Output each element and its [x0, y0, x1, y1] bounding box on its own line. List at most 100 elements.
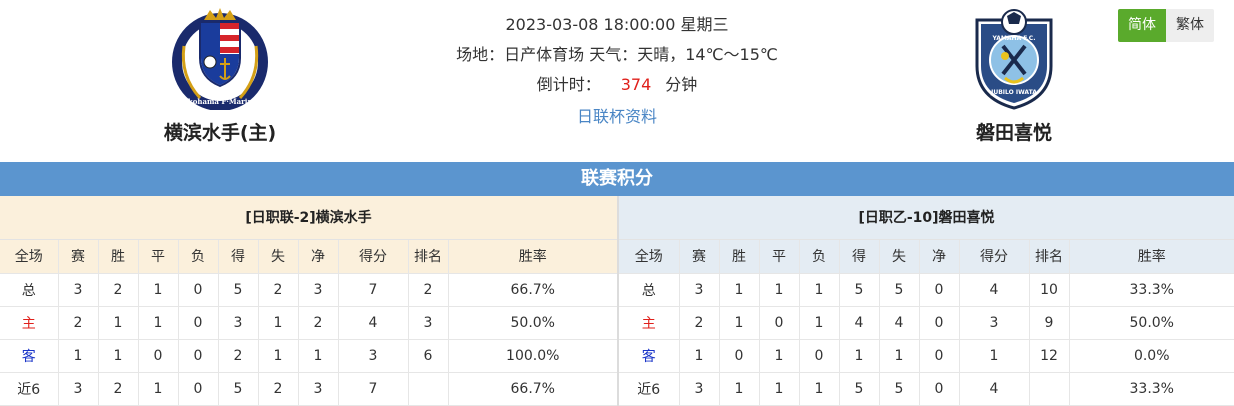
away-table-cell: 4: [839, 306, 880, 340]
away-table-cell: 12: [1029, 339, 1070, 373]
home-standings-title: [日职联-2]横滨水手: [0, 196, 617, 240]
home-table-cell: 2: [408, 273, 449, 307]
away-standings-table: 全场赛胜平负得失净得分 排名 胜率 总 3 1 1 1 5 5 0 4 10 33.3% 主 2 1 0 1 4 4 0…: [619, 240, 1234, 406]
simplified-chinese-button[interactable]: 简体: [1118, 9, 1166, 42]
away-col-header: 全场: [619, 240, 680, 274]
league-standings-title: 联赛积分: [0, 162, 1234, 196]
home-table-cell: 3: [298, 372, 339, 406]
home-col-header: 胜率: [448, 240, 617, 274]
away-table-cell: 1: [839, 339, 880, 373]
countdown-unit: 分钟: [665, 75, 698, 94]
away-table-cell: 0: [759, 306, 800, 340]
home-col-header: 得分: [338, 240, 409, 274]
home-table-cell: 0: [178, 372, 219, 406]
away-col-header: 净: [919, 240, 960, 274]
home-col-header: 赛: [58, 240, 99, 274]
away-team-name[interactable]: 磐田喜悦: [914, 118, 1114, 145]
home-col-header: 胜: [98, 240, 139, 274]
home-table-cell: 2: [258, 372, 299, 406]
away-standings-title: [日职乙-10]磐田喜悦: [619, 196, 1234, 240]
home-table-cell: 0: [178, 273, 219, 307]
home-col-header: 平: [138, 240, 179, 274]
match-countdown: 倒计时： 374 分钟: [367, 70, 867, 100]
away-table-cell: 3: [959, 306, 1030, 340]
away-col-header: 平: [759, 240, 800, 274]
away-table-cell: 50.0%: [1069, 306, 1234, 340]
home-table-cell: 1: [58, 339, 99, 373]
home-table-row: 主 2 1 1 0 3 1 2 4 3 50.0%: [0, 306, 617, 340]
match-info: 2023-03-08 18:00:00 星期三 场地：日产体育场 天气：天晴，1…: [367, 0, 867, 132]
home-table-cell: 2: [98, 372, 139, 406]
away-table-cell: 1: [759, 273, 800, 307]
away-header-row: 全场赛胜平负得失净得分 排名 胜率: [619, 240, 1234, 274]
home-table-cell: [408, 372, 449, 406]
home-table-cell: 1: [98, 306, 139, 340]
home-table-cell: 7: [338, 273, 409, 307]
away-table-cell: 3: [679, 273, 720, 307]
away-col-header: 负: [799, 240, 840, 274]
away-team: YAMAHA F.C. JUBILO IWATA 磐田喜悦: [914, 0, 1114, 145]
home-table-cell: 2: [98, 273, 139, 307]
home-table-cell: 5: [218, 273, 259, 307]
countdown-value: 374: [620, 75, 652, 94]
home-table-cell: 6: [408, 339, 449, 373]
cup-info-link[interactable]: 日联杯资料: [577, 102, 657, 132]
home-table-cell: 1: [98, 339, 139, 373]
away-table-cell: 1: [719, 306, 760, 340]
home-table-cell: 3: [338, 339, 409, 373]
away-table-cell: 1: [719, 273, 760, 307]
away-table-cell: [1029, 372, 1070, 406]
home-table-cell: 近6: [0, 372, 59, 406]
home-table-cell: 2: [218, 339, 259, 373]
home-table-cell: 客: [0, 339, 59, 373]
home-col-header: 排名: [408, 240, 449, 274]
away-table-cell: 0.0%: [1069, 339, 1234, 373]
home-table-cell: 2: [258, 273, 299, 307]
away-table-cell: 0: [919, 339, 960, 373]
home-table-cell: 66.7%: [448, 372, 617, 406]
home-table-cell: 7: [338, 372, 409, 406]
away-table-cell: 1: [759, 339, 800, 373]
away-table-cell: 近6: [619, 372, 680, 406]
away-rows: 总 3 1 1 1 5 5 0 4 10 33.3% 主 2 1 0 1 4 4 0 3 9 50.0% 客 1 0 1 0 1 1 0 1…: [619, 273, 1234, 406]
away-table-cell: 0: [919, 306, 960, 340]
away-col-header: 胜率: [1069, 240, 1234, 274]
away-table-cell: 5: [879, 273, 920, 307]
away-table-cell: 0: [919, 273, 960, 307]
home-col-header: 全场: [0, 240, 59, 274]
away-table-cell: 9: [1029, 306, 1070, 340]
home-table-cell: 总: [0, 273, 59, 307]
away-table-cell: 1: [759, 372, 800, 406]
match-header: Yokohama F·Marinos 横滨水手(主) 2023-03-08 18…: [0, 0, 1234, 162]
away-table-cell: 总: [619, 273, 680, 307]
home-table-cell: 3: [58, 372, 99, 406]
home-table-cell: 3: [218, 306, 259, 340]
home-logo-text: Yokohama F·Marinos: [178, 97, 261, 106]
home-team-logo[interactable]: Yokohama F·Marinos: [170, 6, 270, 110]
home-col-header: 净: [298, 240, 339, 274]
away-table-cell: 0: [719, 339, 760, 373]
home-table-row: 客 1 1 0 0 2 1 1 3 6 100.0%: [0, 339, 617, 373]
away-table-cell: 33.3%: [1069, 273, 1234, 307]
home-header-row: 全场赛胜平负得失净得分 排名 胜率: [0, 240, 617, 274]
away-table-cell: 4: [959, 372, 1030, 406]
away-col-header: 得: [839, 240, 880, 274]
away-table-cell: 33.3%: [1069, 372, 1234, 406]
home-table-cell: 50.0%: [448, 306, 617, 340]
home-team-name[interactable]: 横滨水手(主): [120, 118, 320, 145]
away-standings-panel: [日职乙-10]磐田喜悦 全场赛胜平负得失净得分 排名 胜率 总 3 1 1 1 5 5 0 4 10…: [619, 196, 1234, 406]
away-col-header: 失: [879, 240, 920, 274]
home-table-cell: 0: [178, 339, 219, 373]
away-table-row: 总 3 1 1 1 5 5 0 4 10 33.3%: [619, 273, 1234, 307]
away-table-cell: 1: [879, 339, 920, 373]
away-team-logo[interactable]: YAMAHA F.C. JUBILO IWATA: [969, 6, 1059, 110]
away-table-row: 主 2 1 0 1 4 4 0 3 9 50.0%: [619, 306, 1234, 340]
traditional-chinese-button[interactable]: 繁体: [1166, 9, 1214, 42]
home-col-header: 负: [178, 240, 219, 274]
home-table-cell: 2: [58, 306, 99, 340]
away-table-row: 近6 3 1 1 1 5 5 0 4 33.3%: [619, 372, 1234, 406]
home-table-cell: 1: [258, 306, 299, 340]
home-table-row: 近6 3 2 1 0 5 2 3 7 66.7%: [0, 372, 617, 406]
home-standings-table: 全场赛胜平负得失净得分 排名 胜率 总 3 2 1 0 5 2 3 7 2 66.7% 主 2 1 1 0 3 1 2 4…: [0, 240, 617, 406]
away-table-cell: 1: [799, 372, 840, 406]
